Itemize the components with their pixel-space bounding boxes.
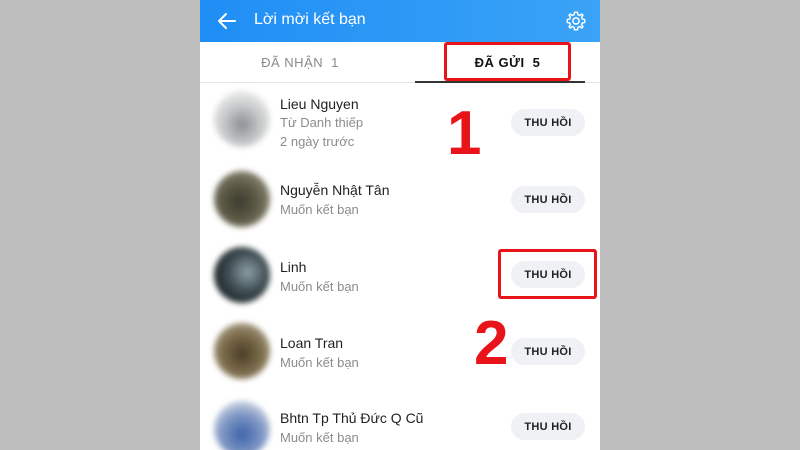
tab-bar: ĐÃ NHẬN 1 ĐÃ GỬI 5 — [200, 42, 600, 83]
friend-requests-screen: Lời mời kết bạn ĐÃ NHẬN 1 ĐÃ GỬI 5 Lieu … — [200, 0, 600, 450]
request-source: Muốn kết bạn — [280, 430, 359, 445]
header-bar: Lời mời kết bạn — [200, 0, 600, 42]
tab-received-count: 1 — [331, 54, 339, 70]
arrow-left-icon — [218, 13, 236, 29]
contact-name: Bhtn Tp Thủ Đức Q Cũ — [280, 410, 424, 426]
request-source: Muốn kết bạn — [280, 279, 359, 294]
contact-name: Nguyễn Nhật Tân — [280, 182, 390, 198]
tab-sent-label: ĐÃ GỬI — [474, 54, 525, 70]
request-source: Muốn kết bạn — [280, 355, 359, 370]
contact-name: Lieu Nguyen — [280, 96, 359, 112]
revoke-button[interactable]: THU HỒI — [511, 109, 585, 136]
list-item[interactable]: Linh Muốn kết bạn THU HỒI — [200, 239, 600, 315]
avatar — [214, 401, 270, 450]
list-item[interactable]: Loan Tran Muốn kết bạn THU HỒI — [200, 315, 600, 391]
tab-sent[interactable]: ĐÃ GỬI 5 — [415, 42, 600, 82]
contact-name: Linh — [280, 259, 307, 275]
request-source: Muốn kết bạn — [280, 202, 359, 217]
revoke-button[interactable]: THU HỒI — [511, 186, 585, 213]
tab-received-label: ĐÃ NHẬN — [261, 54, 324, 70]
back-button[interactable] — [214, 8, 240, 34]
avatar — [214, 171, 270, 227]
avatar — [214, 247, 270, 303]
gear-icon — [566, 11, 586, 31]
avatar — [214, 323, 270, 379]
list-item[interactable]: Bhtn Tp Thủ Đức Q Cũ Muốn kết bạn THU HỒ… — [200, 391, 600, 450]
page-title: Lời mời kết bạn — [254, 11, 366, 28]
request-time: 2 ngày trước — [280, 134, 355, 149]
revoke-button[interactable]: THU HỒI — [511, 413, 585, 440]
settings-button[interactable] — [562, 7, 590, 35]
step-number-2: 2 — [474, 309, 509, 378]
tab-received[interactable]: ĐÃ NHẬN 1 — [200, 42, 400, 82]
tab-sent-count: 5 — [532, 54, 541, 70]
step-number-1: 1 — [447, 99, 482, 168]
request-source: Từ Danh thiếp — [280, 115, 364, 130]
list-item[interactable]: Lieu Nguyen Từ Danh thiếp 2 ngày trước T… — [200, 83, 600, 159]
contact-name: Loan Tran — [280, 335, 344, 351]
avatar — [214, 91, 270, 147]
revoke-button[interactable]: THU HỒI — [511, 261, 585, 288]
revoke-button[interactable]: THU HỒI — [511, 338, 585, 365]
list-item[interactable]: Nguyễn Nhật Tân Muốn kết bạn THU HỒI — [200, 163, 600, 239]
